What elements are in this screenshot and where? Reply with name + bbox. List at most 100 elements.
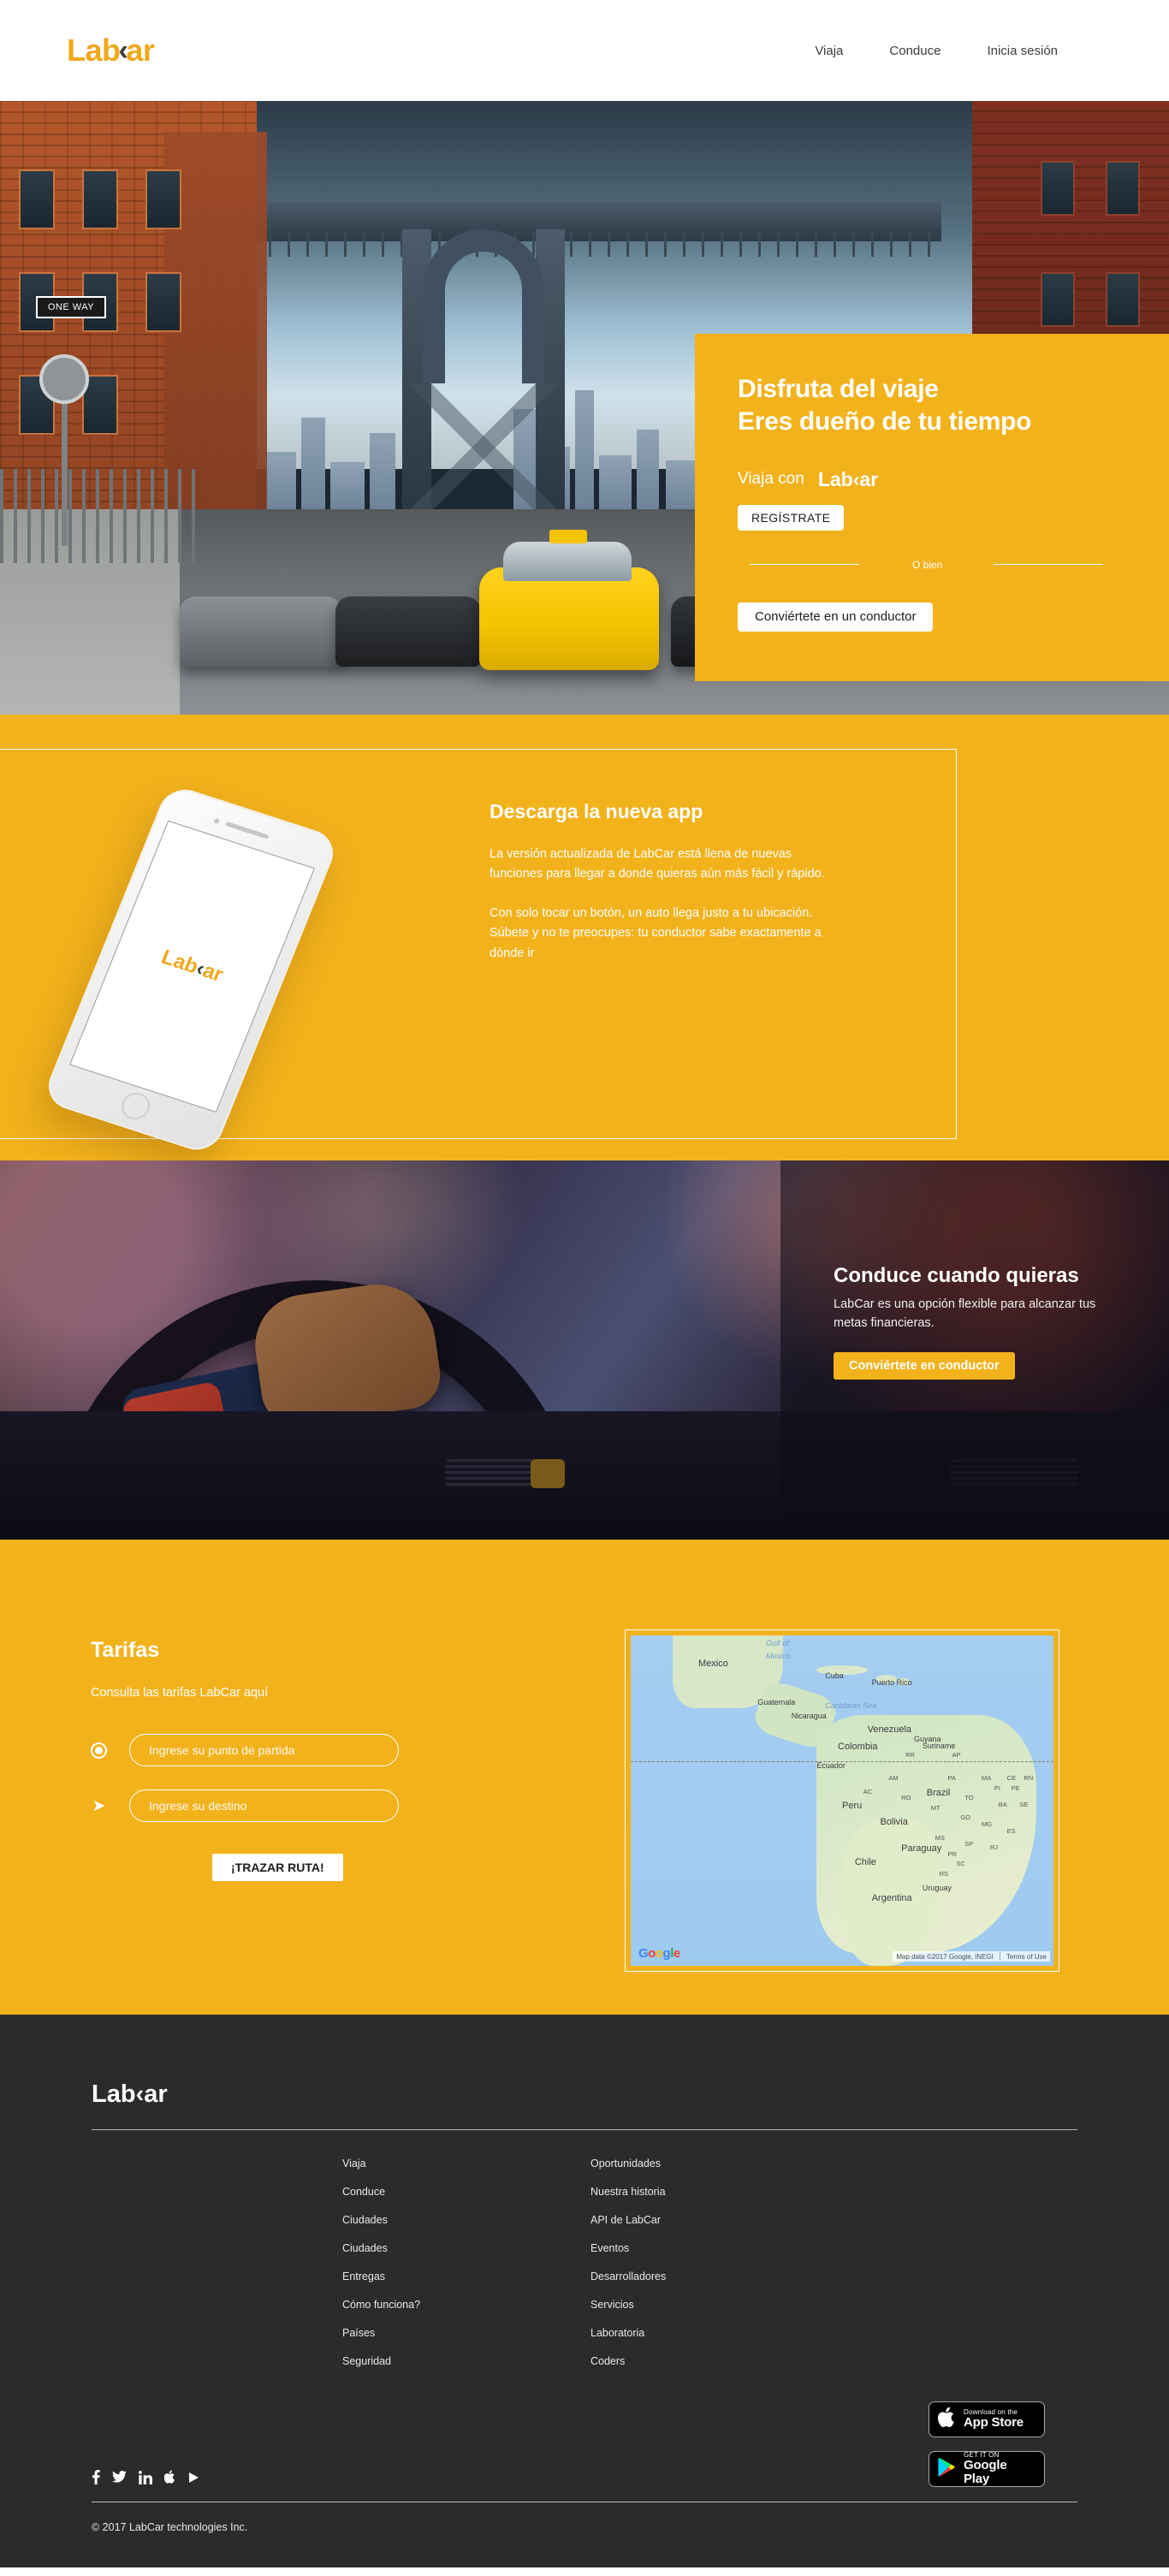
become-driver-cta-button[interactable]: Conviértete en conductor (834, 1351, 1015, 1380)
twitter-icon[interactable] (112, 2471, 127, 2485)
map-credits: Map data ©2017 Google, INEGI Terms of Us… (893, 1951, 1050, 1962)
map-label: Colombia (838, 1741, 878, 1752)
map-terms-of-use[interactable]: Terms of Use (1006, 1953, 1047, 1961)
map-label: RJ (989, 1843, 999, 1852)
hero-card: Disfruta del viaje Eres dueño de tu tiem… (695, 334, 1169, 681)
google-play-badge[interactable]: GET IT ON Google Play (929, 2451, 1045, 2487)
footer-link-coders[interactable]: Coders (590, 2355, 839, 2367)
map-label: Bolivia (880, 1817, 908, 1828)
drive-subtitle: LabCar es una opción flexible para alcan… (834, 1297, 1096, 1330)
map-label: CE (1006, 1774, 1017, 1783)
or-line-left (750, 564, 859, 566)
phone-speaker-icon (225, 821, 270, 840)
app-title: Descarga la nueva app (490, 800, 703, 822)
nav-conduce[interactable]: Conduce (889, 44, 941, 58)
map-label: Brazil (926, 1787, 951, 1798)
footer-link-oportunidades[interactable]: Oportunidades (590, 2158, 839, 2169)
taxi-car (479, 530, 659, 670)
app-paragraph-2: Con solo tocar un botón, un auto llega j… (490, 905, 822, 960)
footer-link-servicios[interactable]: Servicios (590, 2299, 839, 2311)
origin-dot-icon (91, 1742, 107, 1759)
footer-link-ciudades-1[interactable]: Ciudades (342, 2214, 590, 2226)
trace-route-button[interactable]: ¡TRAZAR RUTA! (212, 1854, 343, 1881)
footer-link-eventos[interactable]: Eventos (590, 2242, 839, 2254)
app-download-section: Lab ‹ ar Descarga la nueva app La versión … (0, 715, 1169, 1160)
one-way-sign: ONE WAY (36, 296, 106, 318)
footer-link-como-funciona[interactable]: Cómo funciona? (342, 2299, 590, 2311)
footer-link-laboratoria[interactable]: Laboratoria (590, 2327, 839, 2339)
destination-row: ➤ (91, 1790, 450, 1822)
footer-logo-part2: ar (144, 2080, 168, 2108)
street-sign-circle (39, 354, 89, 404)
footer-link-api[interactable]: API de LabCar (590, 2214, 839, 2226)
footer-link-nuestra-historia[interactable]: Nuestra historia (590, 2186, 839, 2198)
site-logo[interactable]: Lab ‹ ar (67, 33, 155, 68)
nav-viaja[interactable]: Viaja (815, 44, 843, 58)
destination-input[interactable] (129, 1790, 399, 1822)
map-label: Uruguay (922, 1883, 952, 1892)
map-label: TO (964, 1794, 974, 1802)
map-label: Ecuador (816, 1760, 846, 1770)
app-paragraph-1: La versión actualizada de LabCar está ll… (490, 847, 825, 881)
footer-link-viaja[interactable]: Viaja (342, 2158, 590, 2169)
drive-section: Conduce cuando quieras LabCar es una opc… (0, 1160, 1169, 1540)
rates-section: Tarifas Consulta las tarifas LabCar aquí… (0, 1540, 1169, 2015)
logo-part2: ar (126, 33, 155, 68)
footer-logo-part1: Lab (92, 2080, 136, 2108)
become-driver-button[interactable]: Conviértete en un conductor (738, 602, 934, 632)
site-header: Lab ‹ ar Viaja Conduce Inicia sesión (0, 0, 1169, 101)
footer-link-paises[interactable]: Países (342, 2327, 590, 2339)
map-label: Caribbean Sea (825, 1701, 877, 1711)
app-store-badge[interactable]: Download on the App Store (929, 2401, 1045, 2437)
dashboard-button (531, 1459, 565, 1488)
facebook-icon[interactable] (92, 2470, 100, 2486)
map-label: AP (952, 1751, 961, 1760)
footer-logo[interactable]: Lab ‹ ar (92, 2080, 168, 2109)
map-label: Paraguay (901, 1843, 942, 1855)
drive-title: Conduce cuando quieras (834, 1264, 1079, 1287)
map-label: Puerto Rico (871, 1678, 912, 1688)
map-label: RO (901, 1794, 911, 1802)
map-label: SP (964, 1840, 974, 1849)
map-label: MA (982, 1774, 992, 1783)
footer-link-entregas[interactable]: Entregas (342, 2270, 590, 2282)
map-label: PI (994, 1784, 1000, 1792)
map-label: MT (930, 1803, 941, 1812)
youtube-icon[interactable] (188, 2472, 200, 2485)
footer-link-desarrolladores[interactable]: Desarrolladores (590, 2270, 839, 2282)
register-button[interactable]: REGÍSTRATE (738, 504, 845, 531)
google-play-logo-icon (938, 2457, 957, 2482)
linkedin-icon[interactable] (139, 2470, 152, 2486)
map-label: Mexico (766, 1652, 791, 1661)
or-text: O bien (912, 558, 943, 571)
map-label: SE (1019, 1801, 1029, 1808)
destination-arrow-icon: ➤ (92, 1796, 106, 1815)
footer-column-1: Viaja Conduce Ciudades Ciudades Entregas… (342, 2158, 590, 2367)
phone-screen: Lab ‹ ar (69, 820, 315, 1113)
origin-row (91, 1734, 450, 1766)
google-map[interactable]: Mexico Gulf of Mexico Cuba Puerto Rico Guatem… (631, 1635, 1053, 1966)
footer-link-columns: Viaja Conduce Ciudades Ciudades Entregas… (0, 2130, 1169, 2367)
or-line-right (994, 564, 1104, 566)
footer-link-conduce[interactable]: Conduce (342, 2186, 590, 2198)
footer-copyright: © 2017 LabCar technologies Inc. (92, 2521, 248, 2533)
drive-text-panel: Conduce cuando quieras LabCar es una opc… (780, 1160, 1169, 1540)
apple-icon[interactable] (163, 2470, 176, 2486)
map-label: Argentina (871, 1893, 912, 1904)
hero-ride-with-label: Viaja con (738, 470, 804, 489)
footer-logo-chevron-icon: ‹ (135, 2080, 145, 2108)
main-nav: Viaja Conduce Inicia sesión (815, 44, 1058, 58)
map-label: RS (939, 1870, 949, 1879)
footer-link-seguridad[interactable]: Seguridad (342, 2355, 590, 2367)
app-store-badges: Download on the App Store GET IT ON Goog… (929, 2401, 1045, 2487)
origin-input[interactable] (129, 1734, 399, 1766)
hero-logo-part1: Lab (817, 467, 853, 490)
map-label: RN (1024, 1774, 1034, 1783)
footer-link-ciudades-2[interactable]: Ciudades (342, 2242, 590, 2254)
phone-home-button-icon (117, 1089, 154, 1124)
logo-part1: Lab (67, 33, 121, 68)
hero-title-line1: Disfruta del viaje (738, 375, 939, 403)
nav-inicia-sesion[interactable]: Inicia sesión (987, 44, 1058, 58)
map-label: PR (947, 1849, 957, 1858)
map-label: AM (888, 1774, 899, 1783)
